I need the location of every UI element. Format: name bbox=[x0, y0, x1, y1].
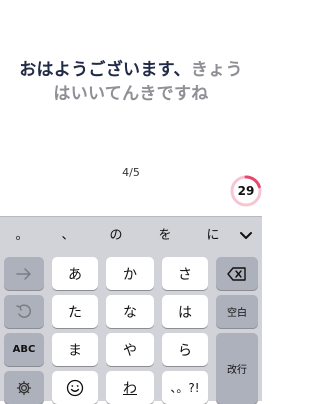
suggestion-2[interactable]: 、 bbox=[52, 225, 84, 247]
suggestion-1[interactable]: 。 bbox=[6, 225, 38, 247]
key-ra[interactable]: ら bbox=[162, 333, 208, 366]
key-sa[interactable]: さ bbox=[162, 257, 208, 290]
typed-text: おはようございます、 bbox=[19, 60, 191, 80]
arrow-right-icon bbox=[16, 267, 31, 280]
enter-key[interactable]: 改行 bbox=[216, 333, 258, 404]
key-wa-label: わ bbox=[123, 380, 137, 397]
key-wa[interactable]: わ bbox=[106, 371, 154, 404]
settings-key[interactable] bbox=[4, 371, 44, 404]
space-key[interactable]: 空白 bbox=[216, 295, 258, 328]
suggestion-bar: 。 、 の を に bbox=[0, 217, 262, 255]
timer-value: 29 bbox=[237, 184, 255, 198]
arrow-right-key[interactable] bbox=[4, 257, 44, 290]
suggestion-4[interactable]: を bbox=[149, 225, 181, 247]
key-ha[interactable]: は bbox=[162, 295, 208, 328]
key-ma[interactable]: ま bbox=[52, 333, 98, 366]
progress-counter: 4/5 bbox=[122, 166, 140, 179]
pending-text-1: きょう bbox=[190, 60, 243, 80]
gear-icon bbox=[16, 380, 32, 395]
emoji-key[interactable] bbox=[52, 371, 98, 404]
sentence-line-2: はいいてんきですね bbox=[53, 84, 209, 104]
emoji-icon bbox=[66, 379, 84, 396]
chevron-down-icon[interactable] bbox=[232, 225, 260, 247]
backspace-icon bbox=[227, 266, 246, 281]
practice-sentence: おはようございます、きょう はいいてんきですね bbox=[8, 58, 254, 106]
key-ya[interactable]: や bbox=[106, 333, 154, 366]
sentence-line-1: おはようございます、きょう bbox=[8, 58, 254, 82]
countdown-timer: 29 bbox=[229, 174, 263, 208]
key-na[interactable]: な bbox=[106, 295, 154, 328]
key-a[interactable]: あ bbox=[52, 257, 98, 290]
key-ka[interactable]: か bbox=[106, 257, 154, 290]
punctuation-key[interactable]: 、。?! bbox=[162, 371, 208, 404]
abc-key[interactable]: ABC bbox=[4, 333, 44, 366]
undo-key[interactable] bbox=[4, 295, 44, 328]
undo-icon bbox=[16, 303, 32, 318]
keyboard: 。 、 の を に あ か さ た な は 空白 ABC ま や ら 改行 わ … bbox=[0, 216, 262, 404]
backspace-key[interactable] bbox=[216, 257, 258, 290]
suggestion-5[interactable]: に bbox=[197, 225, 229, 247]
key-ta[interactable]: た bbox=[52, 295, 98, 328]
suggestion-3[interactable]: の bbox=[100, 225, 132, 247]
